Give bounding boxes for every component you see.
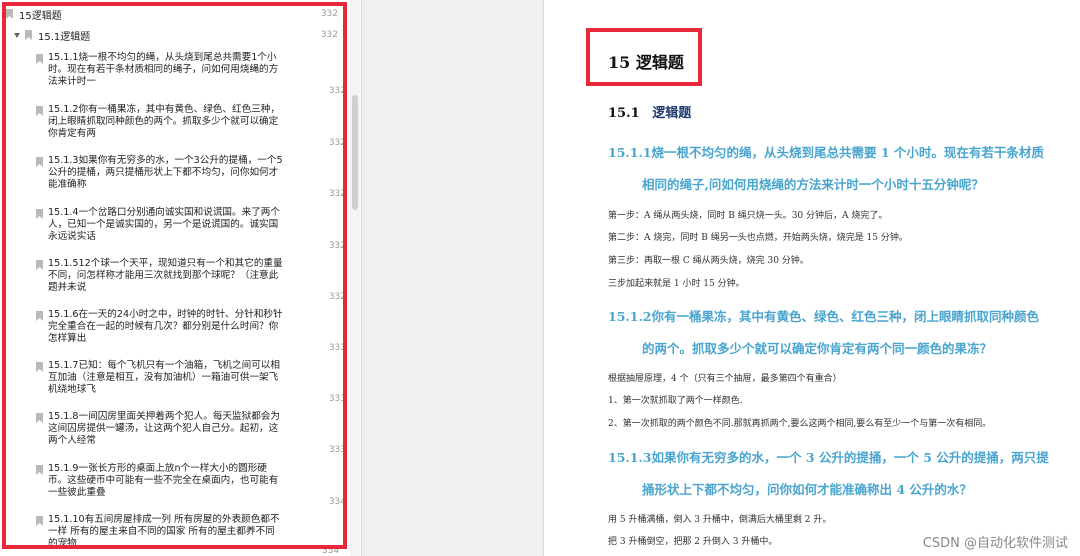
- collapse-toggle-icon[interactable]: [14, 32, 20, 38]
- answer-line: 第三步：再取一根 C 绳从两头烧，烧完 30 分钟。: [608, 256, 809, 266]
- outline-item-15-1-3[interactable]: 15.1.3如果你有无穷多的水，一个3公升的提桶，一个5公升的提桶，两只提桶形状…: [36, 153, 346, 203]
- outline-page-number: 333: [328, 343, 346, 353]
- outline-item-15-1-5[interactable]: 15.1.512个球一个天平，现知道只有一个和其它的重量不同，问怎样称才能用三次…: [36, 256, 346, 306]
- question-line: 15.1.3如果你有无穷多的水，一个 3 公升的提捅，一个 5 公升的提捅，两只…: [608, 450, 1049, 465]
- question-line: 15.1.2你有一桶果冻，其中有黄色、绿色、红色三种，闭上眼睛抓取同种颜色: [608, 309, 1039, 324]
- outline-item-label: 15.1.1烧一根不均匀的绳，从头烧到尾总共需要1个小时。现在有若干条材质相同的…: [48, 52, 279, 87]
- outline-page-number: 332: [328, 138, 346, 148]
- bookmark-icon: [36, 465, 43, 475]
- outline-item-15-1-7[interactable]: 15.1.7已知：每个飞机只有一个油箱，飞机之间可以相互加油（注意是相互，没有加…: [36, 358, 346, 408]
- answer-line: 第二步：A 烧完，同时 B 绳另一头也点燃，开始两头烧，烧完是 15 分钟。: [608, 233, 908, 243]
- answer-line: 用 5 升桶满桶，倒入 3 升桶中，倒满后大桶里剩 2 升。: [608, 515, 832, 525]
- question-line: 捅形状上下都不均匀，问你如何才能准确称出 4 公升的水？: [642, 482, 972, 497]
- bookmark-icon: [6, 9, 13, 19]
- outline-item-label: 15.1逻辑题: [38, 31, 91, 43]
- outline-scrollbar-thumb[interactable]: [352, 95, 358, 210]
- answer-line: 1、第一次就抓取了两个一样颜色.: [608, 396, 743, 406]
- section-label: 逻辑题: [652, 106, 692, 121]
- outline-item-label: 15.1.9一张长方形的桌面上放n个一样大小的圆形硬币。这些硬币中可能有一些不完…: [48, 463, 279, 498]
- outline-item-label: 15.1.10有五间房屋排成一列 所有房屋的外表颜色都不一样 所有的屋主来自不同…: [48, 514, 280, 549]
- outline-item-label: 15逻辑题: [19, 10, 62, 22]
- outline-page-number: 333: [328, 445, 346, 455]
- question-line: 15.1.1烧一根不均匀的绳，从头烧到尾总共需要 1 个小时。现在有若干条材质: [608, 145, 1044, 160]
- bookmark-icon: [36, 209, 43, 219]
- section-title: 15.1 逻辑题: [608, 102, 691, 121]
- bookmark-icon: [25, 30, 32, 40]
- bookmark-icon: [36, 413, 43, 423]
- question-line: 相同的绳子,问如何用烧绳的方法来计时一个小时十五分钟呢？: [642, 177, 984, 192]
- answer-line: 根据抽屉原理，4 个（只有三个抽屉，最多第四个有重合）: [608, 374, 842, 384]
- outline-list: 15逻辑题 332 15.1逻辑题 332 15.1.1烧一根不均匀的绳，从头烧…: [0, 0, 350, 556]
- bookmark-icon: [36, 260, 43, 270]
- outline-page-number: 332: [328, 189, 346, 199]
- bookmark-panel: 15逻辑题 332 15.1逻辑题 332 15.1.1烧一根不均匀的绳，从头烧…: [0, 0, 362, 556]
- bookmark-icon: [36, 362, 43, 372]
- document-page: 15 逻辑题 15.1 逻辑题 15.1.1烧一根不均匀的绳，从头烧到尾总共需要…: [543, 0, 1080, 556]
- outline-page-number: 332: [328, 292, 346, 302]
- outline-page-number: 334: [328, 497, 346, 507]
- outline-item-label: 15.1.8一间囚房里面关押着两个犯人。每天监狱都会为这间囚房提供一罐汤，让这两…: [48, 411, 280, 446]
- outline-page-number: 332: [320, 30, 338, 40]
- bookmark-icon: [36, 311, 43, 321]
- question-heading-15-1-1: 15.1.1烧一根不均匀的绳，从头烧到尾总共需要 1 个小时。现在有若干条材质 …: [608, 145, 1068, 193]
- outline-item-label: 15.1.6在一天的24小时之中，时钟的时针、分针和秒针完全重合在一起的时候有几…: [48, 309, 283, 344]
- question-line: 的两个。抓取多少个就可以确定你肯定有两个同一颜色的果冻？: [642, 341, 993, 356]
- question-heading-15-1-2: 15.1.2你有一桶果冻，其中有黄色、绿色、红色三种，闭上眼睛抓取同种颜色 的两…: [608, 309, 1068, 357]
- outline-scrollbar[interactable]: [350, 0, 360, 556]
- outline-item-label: 15.1.3如果你有无穷多的水，一个3公升的提桶，一个5公升的提桶，两只提桶形状…: [48, 155, 283, 190]
- bookmark-icon: [36, 54, 43, 64]
- section-number: 15.1: [608, 106, 640, 121]
- bookmark-icon: [36, 106, 43, 116]
- answer-line: 第一步：A 绳从两头烧，同时 B 绳只烧一头。30 分钟后，A 烧完了。: [608, 211, 888, 221]
- answer-line: 把 3 升桶倒空，把那 2 升倒入 3 升桶中。: [608, 537, 778, 547]
- question-heading-15-1-3: 15.1.3如果你有无穷多的水，一个 3 公升的提捅，一个 5 公升的提捅，两只…: [608, 450, 1068, 498]
- outline-item-label: 15.1.2你有一桶果冻，其中有黄色、绿色、红色三种，闭上眼睛抓取同种颜色的两个…: [48, 104, 280, 139]
- outline-page-number: 332: [320, 9, 338, 19]
- outline-item-15-1-6[interactable]: 15.1.6在一天的24小时之中，时钟的时针、分针和秒针完全重合在一起的时候有几…: [36, 307, 346, 357]
- outline-page-number: 332: [328, 86, 346, 96]
- outline-item-chapter-15[interactable]: 15逻辑题 332: [6, 4, 346, 24]
- outline-item-section-15-1[interactable]: 15.1逻辑题 332: [14, 26, 346, 44]
- outline-page-number-partial: 334: [322, 546, 340, 556]
- outline-page-number: 332: [328, 241, 346, 251]
- outline-page-number: 333: [328, 394, 346, 404]
- chapter-title: 15 逻辑题: [608, 53, 684, 72]
- outline-item-15-1-1[interactable]: 15.1.1烧一根不均匀的绳，从头烧到尾总共需要1个小时。现在有若干条材质相同的…: [36, 50, 346, 100]
- outline-item-label: 15.1.512个球一个天平，现知道只有一个和其它的重量不同，问怎样称才能用三次…: [48, 258, 283, 293]
- outline-item-label: 15.1.7已知：每个飞机只有一个油箱，飞机之间可以相互加油（注意是相互，没有加…: [48, 360, 280, 395]
- answer-line: 三步加起来就是 1 小时 15 分钟。: [608, 279, 745, 289]
- answer-line: 2、第一次抓取的两个颜色不同.那就再抓两个,要么这两个相同,要么有至少一个与第一…: [608, 419, 992, 429]
- outline-item-15-1-9[interactable]: 15.1.9一张长方形的桌面上放n个一样大小的圆形硬币。这些硬币中可能有一些不完…: [36, 461, 346, 511]
- outline-item-15-1-8[interactable]: 15.1.8一间囚房里面关押着两个犯人。每天监狱都会为这间囚房提供一罐汤，让这两…: [36, 409, 346, 459]
- watermark: CSDN @自动化软件测试: [922, 536, 1068, 551]
- outline-item-label: 15.1.4一个岔路口分别通向诚实国和说谎国。来了两个人，已知一个是诚实国的，另…: [48, 207, 280, 242]
- outline-item-15-1-10[interactable]: 15.1.10有五间房屋排成一列 所有房屋的外表颜色都不一样 所有的屋主来自不同…: [36, 512, 346, 552]
- bookmark-icon: [36, 157, 43, 167]
- bookmark-icon: [36, 516, 43, 526]
- outline-item-15-1-2[interactable]: 15.1.2你有一桶果冻，其中有黄色、绿色、红色三种，闭上眼睛抓取同种颜色的两个…: [36, 102, 346, 152]
- outline-item-15-1-4[interactable]: 15.1.4一个岔路口分别通向诚实国和说谎国。来了两个人，已知一个是诚实国的，另…: [36, 205, 346, 255]
- viewer-background: [362, 0, 542, 556]
